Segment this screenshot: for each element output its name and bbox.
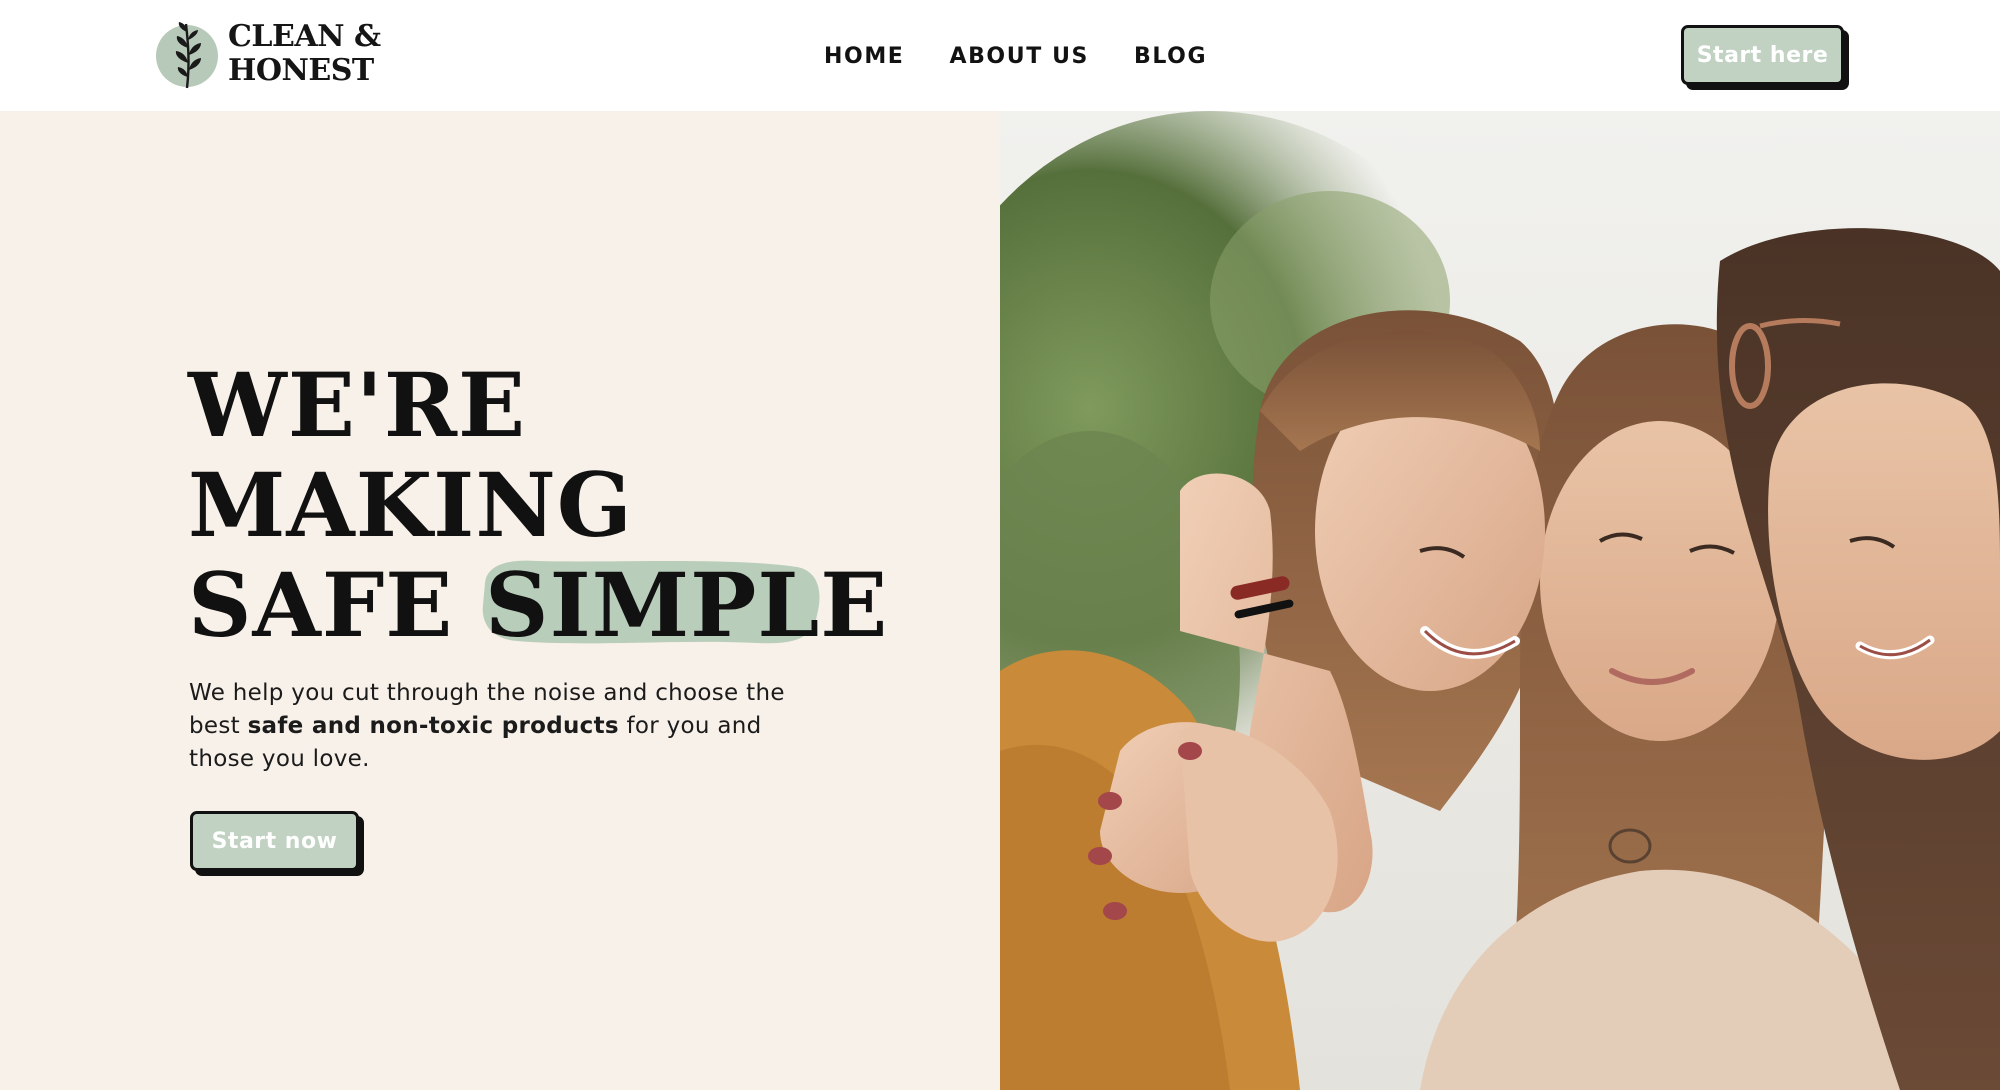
start-here-button[interactable]: Start here: [1681, 25, 1844, 85]
headline-highlight: SIMPLE: [482, 553, 889, 657]
nav-link-about-us[interactable]: ABOUT US: [949, 44, 1089, 69]
headline-line-1: WE'RE: [188, 353, 527, 457]
hero-subtext: We help you cut through the noise and ch…: [189, 677, 829, 776]
logo-line-1: CLEAN &: [228, 19, 381, 54]
logo-line-2: HONEST: [228, 53, 374, 88]
hero-photo: [1000, 111, 2000, 1090]
headline-word-safe: SAFE: [188, 553, 454, 657]
headline-line-3: SAFE SIMPLE: [188, 555, 888, 655]
nav-link-blog[interactable]: BLOG: [1134, 44, 1207, 69]
logo-wordmark: CLEAN & HONEST: [228, 20, 381, 88]
leaf-sprig-icon: [156, 18, 220, 90]
logo[interactable]: CLEAN & HONEST: [156, 16, 381, 92]
site-header: CLEAN & HONEST HOME ABOUT US BLOG Start …: [0, 0, 2000, 111]
start-now-button[interactable]: Start now: [190, 811, 359, 871]
subtext-bold: safe and non-toxic products: [247, 713, 619, 739]
nav-link-home[interactable]: HOME: [824, 44, 904, 69]
main-nav: HOME ABOUT US BLOG: [824, 39, 1207, 73]
headline-word-simple: SIMPLE: [485, 553, 889, 657]
hero-headline: WE'RE MAKING SAFE SIMPLE: [188, 355, 888, 655]
headline-line-2: MAKING: [188, 453, 633, 557]
hero-photo-illustration: [1000, 111, 2000, 1090]
